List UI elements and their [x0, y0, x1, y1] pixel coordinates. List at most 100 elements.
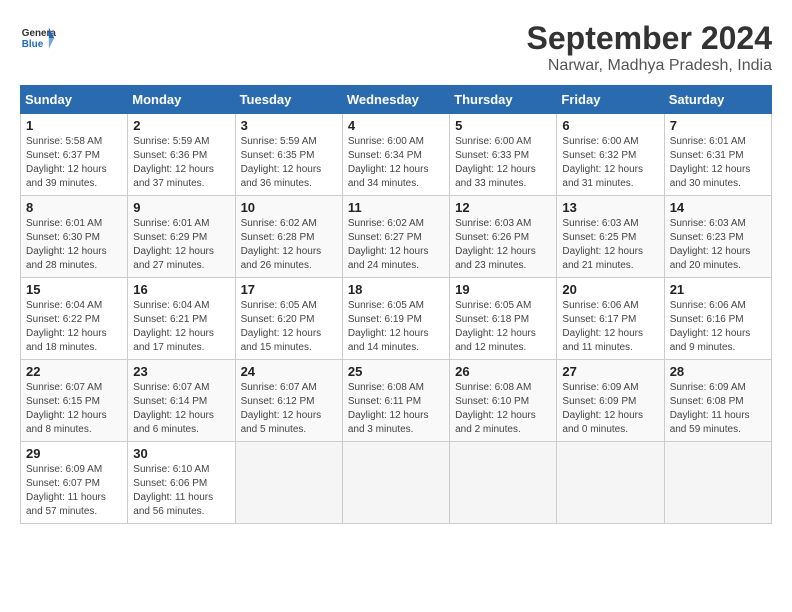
calendar-cell: 13 Sunrise: 6:03 AM Sunset: 6:25 PM Dayli…	[557, 196, 664, 278]
day-number: 19	[455, 282, 551, 297]
calendar-cell	[664, 442, 771, 524]
day-number: 21	[670, 282, 766, 297]
day-number: 30	[133, 446, 229, 461]
calendar-header-friday: Friday	[557, 86, 664, 114]
day-info: Sunrise: 6:07 AM Sunset: 6:14 PM Dayligh…	[133, 381, 229, 437]
day-number: 6	[562, 118, 658, 133]
day-info: Sunrise: 6:08 AM Sunset: 6:11 PM Dayligh…	[348, 381, 444, 437]
title-area: September 2024 Narwar, Madhya Pradesh, I…	[527, 20, 772, 75]
day-info: Sunrise: 6:05 AM Sunset: 6:19 PM Dayligh…	[348, 299, 444, 355]
day-info: Sunrise: 6:05 AM Sunset: 6:20 PM Dayligh…	[241, 299, 337, 355]
calendar-header-saturday: Saturday	[664, 86, 771, 114]
day-number: 1	[26, 118, 122, 133]
svg-text:Blue: Blue	[22, 39, 44, 50]
calendar-cell: 27 Sunrise: 6:09 AM Sunset: 6:09 PM Dayli…	[557, 360, 664, 442]
day-number: 15	[26, 282, 122, 297]
calendar-cell: 12Sunrise: 6:03 AM Sunset: 6:26 PM Dayli…	[450, 196, 557, 278]
day-info: Sunrise: 6:09 AM Sunset: 6:08 PM Dayligh…	[670, 381, 766, 437]
calendar-cell: 21 Sunrise: 6:06 AM Sunset: 6:16 PM Dayli…	[664, 278, 771, 360]
day-info: Sunrise: 6:06 AM Sunset: 6:16 PM Dayligh…	[670, 299, 766, 355]
calendar-cell: 8 Sunrise: 6:01 AM Sunset: 6:30 PM Daylig…	[21, 196, 128, 278]
day-info: Sunrise: 6:09 AM Sunset: 6:09 PM Dayligh…	[562, 381, 658, 437]
day-number: 28	[670, 364, 766, 379]
calendar-cell: 7 Sunrise: 6:01 AM Sunset: 6:31 PM Daylig…	[664, 114, 771, 196]
day-number: 25	[348, 364, 444, 379]
day-info: Sunrise: 6:00 AM Sunset: 6:34 PM Dayligh…	[348, 135, 444, 191]
day-number: 29	[26, 446, 122, 461]
page-header: General Blue September 2024 Narwar, Madh…	[20, 20, 772, 75]
day-info: Sunrise: 6:08 AM Sunset: 6:10 PM Dayligh…	[455, 381, 551, 437]
day-info: Sunrise: 6:06 AM Sunset: 6:17 PM Dayligh…	[562, 299, 658, 355]
calendar-cell	[342, 442, 449, 524]
calendar-table: SundayMondayTuesdayWednesdayThursdayFrid…	[20, 85, 772, 524]
calendar-header-wednesday: Wednesday	[342, 86, 449, 114]
calendar-cell: 5 Sunrise: 6:00 AM Sunset: 6:33 PM Daylig…	[450, 114, 557, 196]
day-number: 23	[133, 364, 229, 379]
day-info: Sunrise: 5:59 AM Sunset: 6:35 PM Dayligh…	[241, 135, 337, 191]
calendar-cell: 26 Sunrise: 6:08 AM Sunset: 6:10 PM Dayli…	[450, 360, 557, 442]
day-info: Sunrise: 6:04 AM Sunset: 6:21 PM Dayligh…	[133, 299, 229, 355]
day-info: Sunrise: 6:02 AM Sunset: 6:28 PM Dayligh…	[241, 217, 337, 273]
day-number: 27	[562, 364, 658, 379]
calendar-cell: 25 Sunrise: 6:08 AM Sunset: 6:11 PM Dayli…	[342, 360, 449, 442]
calendar-header-sunday: Sunday	[21, 86, 128, 114]
day-number: 8	[26, 200, 122, 215]
day-number: 11	[348, 200, 444, 215]
calendar-week-row: 22 Sunrise: 6:07 AM Sunset: 6:15 PM Dayli…	[21, 360, 772, 442]
day-number: 16	[133, 282, 229, 297]
calendar-cell: 9Sunrise: 6:01 AM Sunset: 6:29 PM Daylig…	[128, 196, 235, 278]
calendar-cell: 17Sunrise: 6:05 AM Sunset: 6:20 PM Dayli…	[235, 278, 342, 360]
day-info: Sunrise: 6:01 AM Sunset: 6:29 PM Dayligh…	[133, 217, 229, 273]
calendar-cell: 14Sunrise: 6:03 AM Sunset: 6:23 PM Dayli…	[664, 196, 771, 278]
day-number: 24	[241, 364, 337, 379]
calendar-cell: 11 Sunrise: 6:02 AM Sunset: 6:27 PM Dayli…	[342, 196, 449, 278]
calendar-cell: 29Sunrise: 6:09 AM Sunset: 6:07 PM Dayli…	[21, 442, 128, 524]
calendar-cell: 2Sunrise: 5:59 AM Sunset: 6:36 PM Daylig…	[128, 114, 235, 196]
calendar-header-thursday: Thursday	[450, 86, 557, 114]
logo: General Blue	[20, 20, 56, 56]
calendar-cell	[235, 442, 342, 524]
calendar-cell	[450, 442, 557, 524]
day-info: Sunrise: 5:59 AM Sunset: 6:36 PM Dayligh…	[133, 135, 229, 191]
day-info: Sunrise: 6:07 AM Sunset: 6:12 PM Dayligh…	[241, 381, 337, 437]
day-info: Sunrise: 6:03 AM Sunset: 6:26 PM Dayligh…	[455, 217, 551, 273]
day-number: 5	[455, 118, 551, 133]
day-info: Sunrise: 6:01 AM Sunset: 6:30 PM Dayligh…	[26, 217, 122, 273]
page-subtitle: Narwar, Madhya Pradesh, India	[527, 57, 772, 75]
day-info: Sunrise: 6:07 AM Sunset: 6:15 PM Dayligh…	[26, 381, 122, 437]
calendar-week-row: 15 Sunrise: 6:04 AM Sunset: 6:22 PM Dayli…	[21, 278, 772, 360]
calendar-cell: 16 Sunrise: 6:04 AM Sunset: 6:21 PM Dayli…	[128, 278, 235, 360]
calendar-cell: 19Sunrise: 6:05 AM Sunset: 6:18 PM Dayli…	[450, 278, 557, 360]
day-number: 20	[562, 282, 658, 297]
calendar-cell: 4 Sunrise: 6:00 AM Sunset: 6:34 PM Daylig…	[342, 114, 449, 196]
day-number: 4	[348, 118, 444, 133]
calendar-header-row: SundayMondayTuesdayWednesdayThursdayFrid…	[21, 86, 772, 114]
calendar-cell: 23 Sunrise: 6:07 AM Sunset: 6:14 PM Dayli…	[128, 360, 235, 442]
day-info: Sunrise: 6:03 AM Sunset: 6:25 PM Dayligh…	[562, 217, 658, 273]
day-number: 22	[26, 364, 122, 379]
day-info: Sunrise: 6:00 AM Sunset: 6:33 PM Dayligh…	[455, 135, 551, 191]
day-info: Sunrise: 6:01 AM Sunset: 6:31 PM Dayligh…	[670, 135, 766, 191]
calendar-cell: 28 Sunrise: 6:09 AM Sunset: 6:08 PM Dayli…	[664, 360, 771, 442]
calendar-cell: 24 Sunrise: 6:07 AM Sunset: 6:12 PM Dayli…	[235, 360, 342, 442]
day-number: 7	[670, 118, 766, 133]
calendar-cell: 6Sunrise: 6:00 AM Sunset: 6:32 PM Daylig…	[557, 114, 664, 196]
calendar-cell: 18 Sunrise: 6:05 AM Sunset: 6:19 PM Dayli…	[342, 278, 449, 360]
day-info: Sunrise: 6:10 AM Sunset: 6:06 PM Dayligh…	[133, 463, 229, 519]
calendar-cell: 3Sunrise: 5:59 AM Sunset: 6:35 PM Daylig…	[235, 114, 342, 196]
calendar-week-row: 1Sunrise: 5:58 AM Sunset: 6:37 PM Daylig…	[21, 114, 772, 196]
day-number: 18	[348, 282, 444, 297]
day-info: Sunrise: 6:02 AM Sunset: 6:27 PM Dayligh…	[348, 217, 444, 273]
calendar-week-row: 8 Sunrise: 6:01 AM Sunset: 6:30 PM Daylig…	[21, 196, 772, 278]
calendar-cell: 30 Sunrise: 6:10 AM Sunset: 6:06 PM Dayli…	[128, 442, 235, 524]
day-number: 13	[562, 200, 658, 215]
calendar-cell: 10 Sunrise: 6:02 AM Sunset: 6:28 PM Dayli…	[235, 196, 342, 278]
logo-icon: General Blue	[20, 20, 56, 56]
day-info: Sunrise: 6:04 AM Sunset: 6:22 PM Dayligh…	[26, 299, 122, 355]
calendar-header-tuesday: Tuesday	[235, 86, 342, 114]
calendar-cell: 1Sunrise: 5:58 AM Sunset: 6:37 PM Daylig…	[21, 114, 128, 196]
calendar-week-row: 29Sunrise: 6:09 AM Sunset: 6:07 PM Dayli…	[21, 442, 772, 524]
page-title: September 2024	[527, 20, 772, 57]
day-number: 26	[455, 364, 551, 379]
day-number: 10	[241, 200, 337, 215]
